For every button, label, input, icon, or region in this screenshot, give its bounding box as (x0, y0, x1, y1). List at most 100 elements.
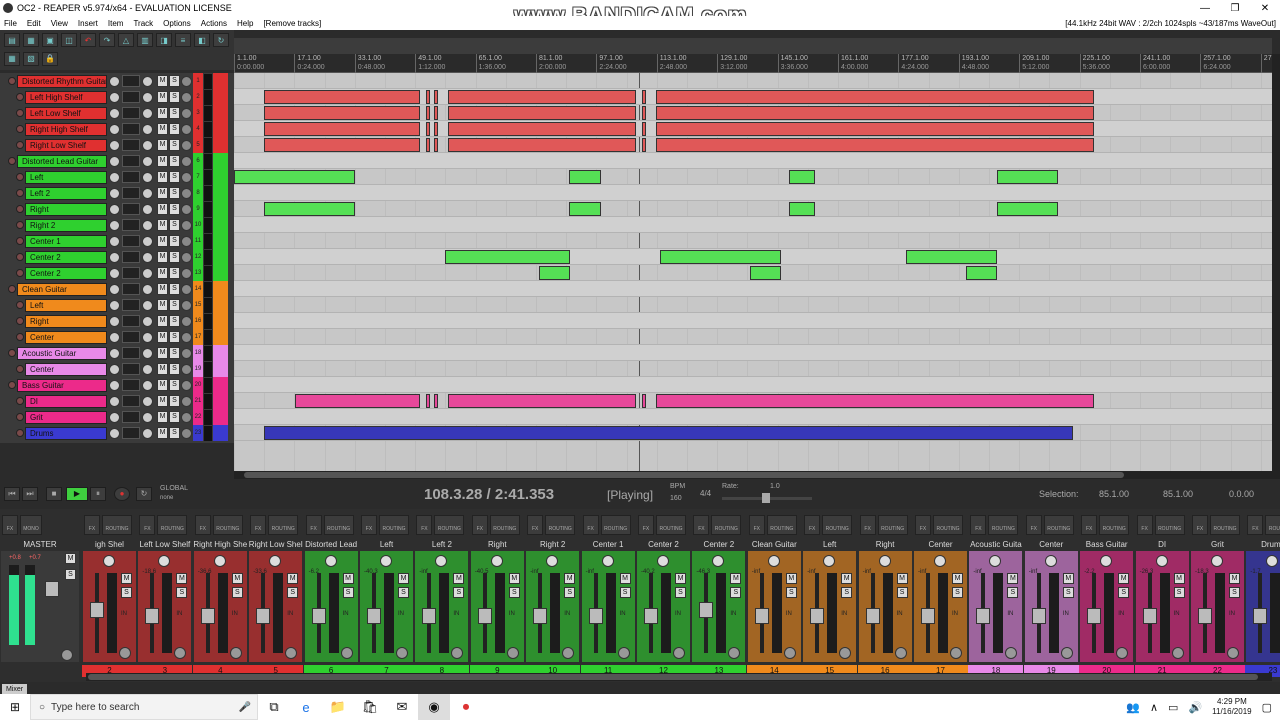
menu-item-help[interactable]: Help (237, 19, 253, 28)
strip-mute-button[interactable]: M (1173, 573, 1185, 584)
master-fx-bypass-icon[interactable] (61, 649, 73, 661)
strip-name[interactable]: Left (359, 540, 414, 550)
track-mute-button[interactable]: M (157, 267, 168, 279)
media-item[interactable] (434, 138, 438, 152)
horizontal-scrollbar[interactable] (234, 471, 1272, 479)
strip-fx-button[interactable]: FX (582, 515, 599, 535)
record-arm-button[interactable] (16, 237, 24, 245)
track-fx-icon[interactable] (181, 155, 192, 167)
strip-mute-button[interactable]: M (730, 573, 742, 584)
track-lane[interactable] (234, 345, 1272, 361)
track-lane[interactable] (234, 297, 1272, 313)
media-item[interactable] (448, 106, 636, 120)
media-item[interactable] (264, 90, 420, 104)
record-arm-button[interactable] (16, 397, 24, 405)
track-solo-button[interactable]: S (169, 299, 180, 311)
media-item[interactable] (426, 90, 430, 104)
track-header[interactable]: Right Low Shelf M S 5 (0, 137, 234, 153)
strip-pan-knob[interactable] (1155, 555, 1168, 567)
strip-input-label[interactable]: IN (730, 611, 736, 617)
track-pan-knob[interactable] (142, 283, 153, 295)
strip-input-label[interactable]: IN (564, 611, 570, 617)
strip-solo-button[interactable]: S (176, 587, 188, 598)
track-header[interactable]: Grit M S 22 (0, 409, 234, 425)
track-fx-icon[interactable] (181, 427, 192, 439)
strip-mute-button[interactable]: M (1229, 573, 1240, 584)
strip-volume-fader[interactable] (90, 601, 104, 618)
strip-routing-button[interactable]: ROUTING (545, 515, 576, 535)
media-item[interactable] (642, 122, 646, 136)
track-name[interactable]: Left 2 (25, 186, 107, 200)
media-item[interactable] (642, 394, 646, 408)
track-routing-button[interactable] (122, 283, 140, 295)
track-mute-button[interactable]: M (157, 411, 168, 423)
track-mute-button[interactable]: M (157, 123, 168, 135)
strip-routing-button[interactable]: ROUTING (877, 515, 908, 535)
track-solo-button[interactable]: S (169, 411, 180, 423)
track-header[interactable]: Right M S 9 (0, 201, 234, 217)
media-item[interactable] (997, 170, 1058, 184)
strip-input-label[interactable]: IN (1118, 611, 1124, 617)
media-item[interactable] (264, 106, 420, 120)
strip-routing-button[interactable]: ROUTING (489, 515, 520, 535)
microphone-icon[interactable]: 🎤 (239, 702, 251, 713)
track-volume-knob[interactable] (109, 347, 120, 359)
track-fx-icon[interactable] (181, 283, 192, 295)
track-name[interactable]: Right 2 (25, 218, 107, 232)
record-arm-button[interactable] (8, 77, 16, 85)
track-lane[interactable] (234, 73, 1272, 89)
track-mute-button[interactable]: M (157, 315, 168, 327)
track-routing-button[interactable] (122, 267, 140, 279)
record-arm-button[interactable] (16, 205, 24, 213)
track-header[interactable]: Center M S 17 (0, 329, 234, 345)
track-solo-button[interactable]: S (169, 155, 180, 167)
track-mute-button[interactable]: M (157, 363, 168, 375)
track-routing-button[interactable] (122, 107, 140, 119)
track-name[interactable]: DI (25, 394, 107, 408)
new-project-icon[interactable]: ▤ (4, 33, 20, 47)
menu-item-track[interactable]: Track (133, 19, 153, 28)
track-mute-button[interactable]: M (157, 203, 168, 215)
media-item[interactable] (660, 250, 781, 264)
strip-volume-fader[interactable] (588, 608, 603, 625)
strip-input-label[interactable]: IN (287, 611, 293, 617)
strip-mute-button[interactable]: M (231, 573, 243, 584)
strip-fx-button[interactable]: FX (1081, 515, 1098, 535)
track-routing-button[interactable] (122, 219, 140, 231)
strip-fx-bypass-icon[interactable] (1227, 647, 1239, 659)
track-fx-icon[interactable] (181, 251, 192, 263)
strip-routing-button[interactable]: ROUTING (323, 515, 354, 535)
track-mute-button[interactable]: M (157, 347, 168, 359)
project-settings-icon[interactable]: ◫ (61, 33, 77, 47)
track-routing-button[interactable] (122, 299, 140, 311)
strip-input-label[interactable]: IN (398, 611, 404, 617)
strip-solo-button[interactable]: S (619, 587, 631, 598)
strip-fx-button[interactable]: FX (84, 515, 100, 535)
strip-pan-knob[interactable] (878, 555, 891, 567)
track-fx-icon[interactable] (181, 347, 192, 359)
track-header[interactable]: Left M S 15 (0, 297, 234, 313)
media-item[interactable] (426, 394, 430, 408)
track-pan-knob[interactable] (142, 363, 153, 375)
track-routing-button[interactable] (122, 379, 140, 391)
track-name[interactable]: Left (25, 298, 107, 312)
network-icon[interactable]: ▭ (1168, 701, 1178, 714)
save-project-icon[interactable]: ▣ (42, 33, 58, 47)
media-item[interactable] (264, 138, 420, 152)
track-name[interactable]: Center 1 (25, 234, 107, 248)
close-icon[interactable]: ✕ (1250, 3, 1280, 14)
repeat-icon[interactable]: ↻ (136, 487, 152, 501)
strip-volume-fader[interactable] (699, 601, 714, 618)
strip-pan-knob[interactable] (324, 555, 337, 567)
strip-mute-button[interactable]: M (1118, 573, 1130, 584)
track-fx-icon[interactable] (181, 219, 192, 231)
notifications-icon[interactable]: ▢ (1262, 701, 1272, 714)
track-fx-icon[interactable] (181, 203, 192, 215)
strip-pan-knob[interactable] (213, 555, 226, 567)
track-volume-knob[interactable] (109, 219, 120, 231)
track-pan-knob[interactable] (142, 187, 153, 199)
track-routing-button[interactable] (122, 331, 140, 343)
strip-routing-button[interactable]: ROUTING (822, 515, 853, 535)
track-mute-button[interactable]: M (157, 235, 168, 247)
strip-mute-button[interactable]: M (952, 573, 963, 584)
